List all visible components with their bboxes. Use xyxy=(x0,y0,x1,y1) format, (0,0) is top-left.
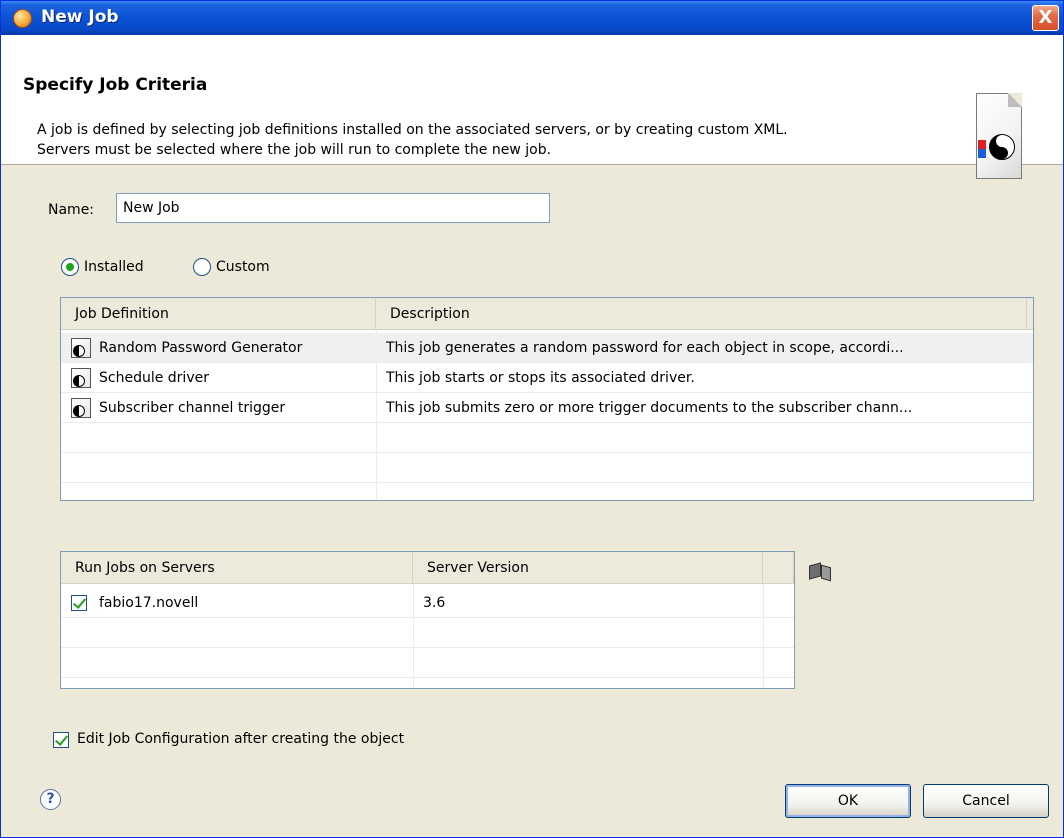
radio-installed-indicator[interactable] xyxy=(61,258,79,276)
help-icon[interactable]: ? xyxy=(40,789,61,810)
description-line-1: A job is defined by selecting job defini… xyxy=(37,122,788,138)
description-line-2: Servers must be selected where the job w… xyxy=(37,142,552,158)
radio-custom-label: Custom xyxy=(216,259,270,275)
column-run-jobs-on-servers[interactable]: Run Jobs on Servers xyxy=(61,552,413,584)
table-row[interactable]: Schedule driver This job starts or stops… xyxy=(61,363,1033,393)
wizard-header: Specify Job Criteria A job is defined by… xyxy=(1,35,1063,179)
empty-row xyxy=(61,483,1033,500)
new-job-dialog: New Job X Specify Job Criteria A job is … xyxy=(0,0,1064,838)
job-description: This job starts or stops its associated … xyxy=(386,370,695,386)
app-orb-icon xyxy=(13,9,32,28)
job-table-header: Job Definition Description xyxy=(61,298,1033,330)
page-description: A job is defined by selecting job defini… xyxy=(37,120,957,160)
radio-custom[interactable]: Custom xyxy=(193,258,270,276)
job-definition-icon xyxy=(71,398,91,418)
server-shape-right xyxy=(821,564,831,582)
table-row[interactable]: Random Password Generator This job gener… xyxy=(61,333,1033,363)
flag-mark xyxy=(978,140,986,158)
server-name: fabio17.novell xyxy=(99,595,199,611)
column-description[interactable]: Description xyxy=(376,298,1027,330)
name-label: Name: xyxy=(48,202,95,218)
job-name: Subscriber channel trigger xyxy=(99,400,286,416)
yin-yang-mark xyxy=(989,134,1015,160)
window-title: New Job xyxy=(41,7,119,27)
edit-config-checkbox[interactable] xyxy=(53,732,69,748)
cancel-button[interactable]: Cancel xyxy=(923,784,1049,818)
job-description: This job submits zero or more trigger do… xyxy=(386,400,913,416)
server-checkbox[interactable] xyxy=(71,595,87,611)
job-definition-icon xyxy=(71,368,91,388)
empty-row xyxy=(61,648,794,678)
name-input[interactable] xyxy=(116,193,550,223)
server-browse-icon[interactable] xyxy=(809,561,837,582)
job-name: Schedule driver xyxy=(99,370,209,386)
column-server-version[interactable]: Server Version xyxy=(413,552,763,584)
radio-custom-indicator[interactable] xyxy=(193,258,211,276)
ok-button[interactable]: OK xyxy=(785,784,911,818)
job-name: Random Password Generator xyxy=(99,340,303,356)
server-table-header: Run Jobs on Servers Server Version xyxy=(61,552,794,584)
column-filler xyxy=(763,552,794,584)
page-title: Specify Job Criteria xyxy=(23,75,208,95)
empty-row xyxy=(61,423,1033,453)
empty-row xyxy=(61,453,1033,483)
server-version: 3.6 xyxy=(423,595,446,611)
radio-installed-label: Installed xyxy=(84,259,144,275)
job-definition-icon xyxy=(71,338,91,358)
edit-config-label[interactable]: Edit Job Configuration after creating th… xyxy=(77,731,404,747)
job-document-icon xyxy=(976,93,1022,179)
table-row[interactable]: fabio17.novell 3.6 xyxy=(61,588,794,618)
close-button[interactable]: X xyxy=(1032,5,1059,31)
server-table[interactable]: Run Jobs on Servers Server Version fabio… xyxy=(60,551,795,689)
table-row[interactable]: Subscriber channel trigger This job subm… xyxy=(61,393,1033,423)
server-shape-left xyxy=(809,562,821,580)
job-description: This job generates a random password for… xyxy=(386,340,904,356)
title-bar[interactable]: New Job X xyxy=(1,1,1063,35)
empty-row xyxy=(61,618,794,648)
job-definition-table[interactable]: Job Definition Description Random Passwo… xyxy=(60,297,1034,501)
radio-installed[interactable]: Installed xyxy=(61,258,144,276)
column-job-definition[interactable]: Job Definition xyxy=(61,298,376,330)
